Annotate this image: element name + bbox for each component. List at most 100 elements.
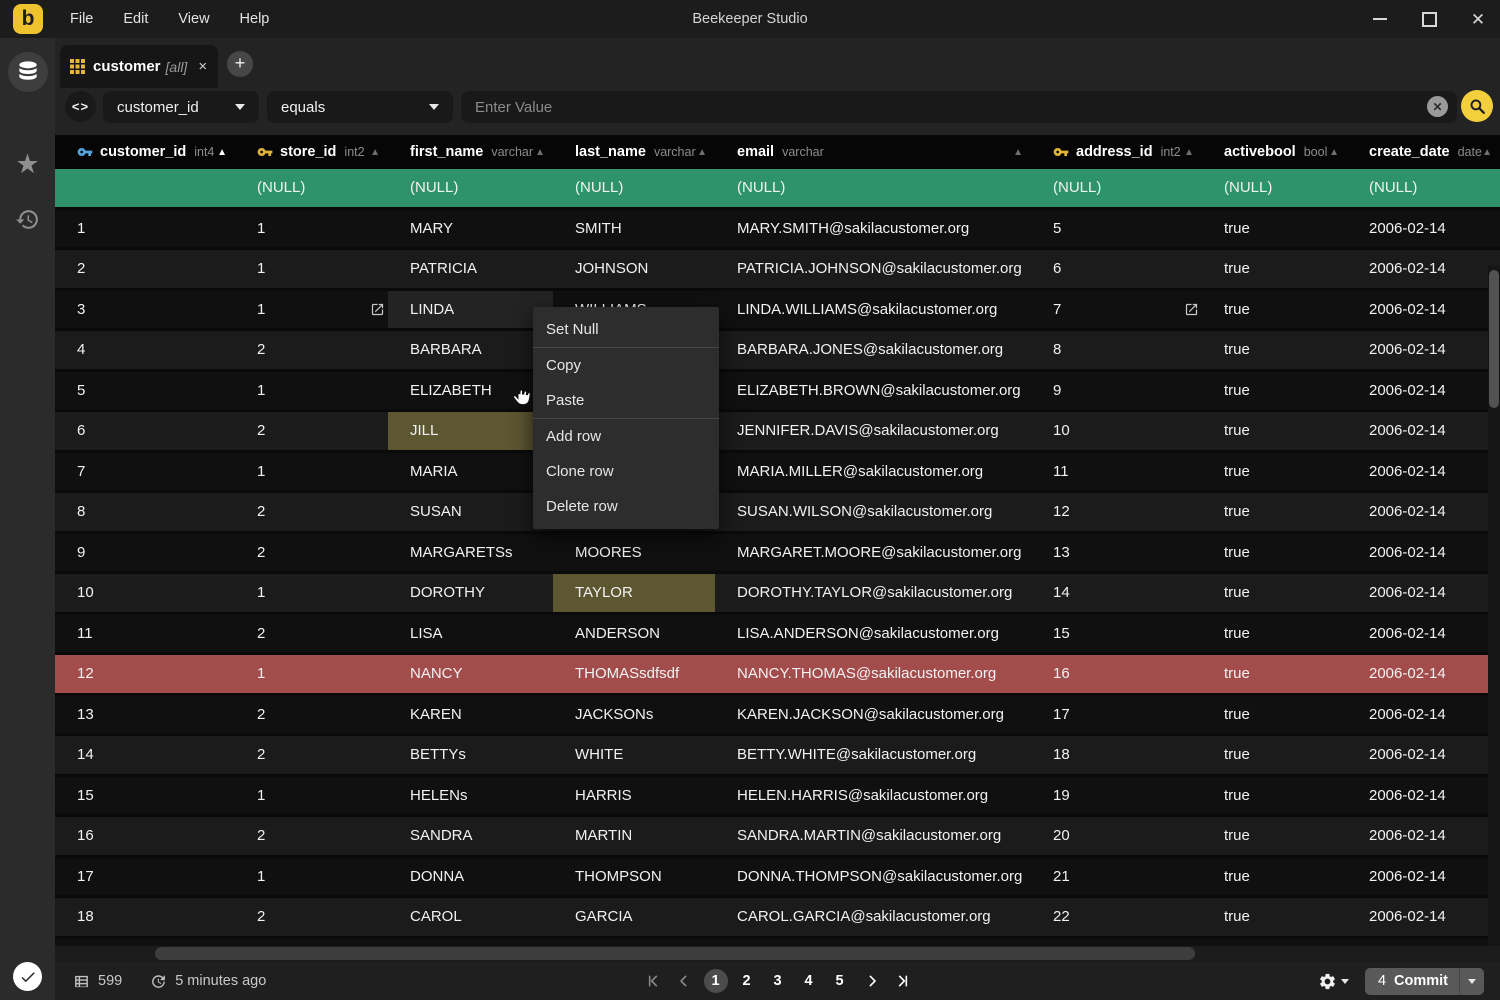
- sidebar-item-history[interactable]: [0, 207, 55, 232]
- cell-last_name[interactable]: (NULL): [553, 169, 715, 207]
- cell-address_id[interactable]: 13: [1031, 534, 1202, 572]
- cell-create_date[interactable]: 2006-02-14: [1347, 412, 1500, 450]
- cell-customer_id[interactable]: 16: [55, 817, 235, 855]
- sort-icon[interactable]: ▲: [535, 147, 545, 158]
- commit-dropdown-button[interactable]: [1460, 968, 1484, 995]
- cell-activebool[interactable]: true: [1202, 250, 1347, 288]
- cell-activebool[interactable]: true: [1202, 291, 1347, 329]
- cell-email[interactable]: HELEN.HARRIS@sakilacustomer.org: [715, 777, 1031, 815]
- cell-last_name[interactable]: SMITH: [553, 210, 715, 248]
- cell-first_name[interactable]: PATRICIA: [388, 250, 553, 288]
- cell-create_date[interactable]: 2006-02-14: [1347, 615, 1500, 653]
- cell-last_name[interactable]: JACKSONs: [553, 696, 715, 734]
- cell-email[interactable]: BETTY.WHITE@sakilacustomer.org: [715, 736, 1031, 774]
- cell-store_id[interactable]: 2: [235, 493, 388, 531]
- cell-store_id[interactable]: 1: [235, 574, 388, 612]
- cell-email[interactable]: NANCY.THOMAS@sakilacustomer.org: [715, 655, 1031, 693]
- cell-email[interactable]: ELIZABETH.BROWN@sakilacustomer.org: [715, 372, 1031, 410]
- cell-email[interactable]: MARY.SMITH@sakilacustomer.org: [715, 210, 1031, 248]
- cell-customer_id[interactable]: 12: [55, 655, 235, 693]
- cell-email[interactable]: DONNA.THOMPSON@sakilacustomer.org: [715, 858, 1031, 896]
- context-menu-item-add-row[interactable]: Add row: [533, 419, 719, 454]
- cell-last_name[interactable]: THOMASsdfsdf: [553, 655, 715, 693]
- maximize-button[interactable]: [1419, 9, 1439, 29]
- cell-first_name[interactable]: NANCY: [388, 655, 553, 693]
- menu-edit[interactable]: Edit: [108, 0, 163, 38]
- cell-store_id[interactable]: 2: [235, 534, 388, 572]
- cell-last_name[interactable]: TAYLOR: [553, 574, 715, 612]
- cell-activebool[interactable]: (NULL): [1202, 169, 1347, 207]
- cell-first_name[interactable]: BARBARA: [388, 331, 553, 369]
- cell-first_name[interactable]: KAREN: [388, 696, 553, 734]
- cell-create_date[interactable]: 2006-02-14: [1347, 291, 1500, 329]
- cell-store_id[interactable]: 1: [235, 210, 388, 248]
- cell-store_id[interactable]: 2: [235, 736, 388, 774]
- horizontal-scrollbar-thumb[interactable]: [155, 947, 1195, 960]
- sql-toggle-button[interactable]: <>: [65, 91, 96, 122]
- cell-last_name[interactable]: GARCIA: [553, 898, 715, 936]
- cell-email[interactable]: DOROTHY.TAYLOR@sakilacustomer.org: [715, 574, 1031, 612]
- cell-activebool[interactable]: true: [1202, 655, 1347, 693]
- cell-email[interactable]: SUSAN.WILSON@sakilacustomer.org: [715, 493, 1031, 531]
- cell-address_id[interactable]: 17: [1031, 696, 1202, 734]
- column-header-create_date[interactable]: create_datedate▲: [1347, 135, 1500, 169]
- cell-first_name[interactable]: SANDRA: [388, 817, 553, 855]
- open-cell-icon[interactable]: [1184, 302, 1199, 317]
- page-button-5[interactable]: 5: [828, 969, 852, 993]
- cell-store_id[interactable]: 1: [235, 453, 388, 491]
- cell-last_name[interactable]: WHITE: [553, 736, 715, 774]
- cell-address_id[interactable]: 16: [1031, 655, 1202, 693]
- cell-address_id[interactable]: 15: [1031, 615, 1202, 653]
- cell-activebool[interactable]: true: [1202, 534, 1347, 572]
- sort-icon[interactable]: ▲: [1184, 147, 1194, 158]
- cell-last_name[interactable]: MARTIN: [553, 817, 715, 855]
- cell-activebool[interactable]: true: [1202, 858, 1347, 896]
- cell-address_id[interactable]: 18: [1031, 736, 1202, 774]
- cell-address_id[interactable]: 22: [1031, 898, 1202, 936]
- cell-address_id[interactable]: 7: [1031, 291, 1202, 329]
- minimize-button[interactable]: [1370, 9, 1390, 29]
- filter-column-select[interactable]: customer_id: [103, 91, 259, 123]
- cell-email[interactable]: MARIA.MILLER@sakilacustomer.org: [715, 453, 1031, 491]
- sidebar-item-favorites[interactable]: ★: [0, 151, 55, 177]
- cell-create_date[interactable]: 2006-02-14: [1347, 858, 1500, 896]
- column-header-last_name[interactable]: last_namevarchar▲: [553, 135, 715, 169]
- first-page-button[interactable]: [642, 969, 664, 993]
- column-header-email[interactable]: emailvarchar▲: [715, 135, 1031, 169]
- cell-first_name[interactable]: DOROTHY: [388, 574, 553, 612]
- cell-email[interactable]: (NULL): [715, 169, 1031, 207]
- cell-first_name[interactable]: LINDA: [388, 291, 553, 329]
- cell-address_id[interactable]: 9: [1031, 372, 1202, 410]
- cell-address_id[interactable]: (NULL): [1031, 169, 1202, 207]
- cell-store_id[interactable]: 2: [235, 331, 388, 369]
- cell-last_name[interactable]: THOMPSON: [553, 858, 715, 896]
- cell-email[interactable]: PATRICIA.JOHNSON@sakilacustomer.org: [715, 250, 1031, 288]
- close-button[interactable]: ✕: [1468, 9, 1488, 29]
- context-menu-item-paste[interactable]: Paste: [533, 383, 719, 418]
- filter-operator-select[interactable]: equals: [267, 91, 453, 123]
- cell-email[interactable]: LINDA.WILLIAMS@sakilacustomer.org: [715, 291, 1031, 329]
- cell-customer_id[interactable]: 3: [55, 291, 235, 329]
- cell-activebool[interactable]: true: [1202, 777, 1347, 815]
- page-button-2[interactable]: 2: [735, 969, 759, 993]
- cell-activebool[interactable]: true: [1202, 615, 1347, 653]
- cell-store_id[interactable]: 2: [235, 412, 388, 450]
- cell-create_date[interactable]: 2006-02-14: [1347, 777, 1500, 815]
- cell-create_date[interactable]: 2006-02-14: [1347, 453, 1500, 491]
- cell-customer_id[interactable]: 6: [55, 412, 235, 450]
- cell-customer_id[interactable]: 17: [55, 858, 235, 896]
- page-button-3[interactable]: 3: [766, 969, 790, 993]
- cell-store_id[interactable]: 1: [235, 777, 388, 815]
- column-header-activebool[interactable]: activeboolbool▲: [1202, 135, 1347, 169]
- cell-create_date[interactable]: 2006-02-14: [1347, 696, 1500, 734]
- cell-create_date[interactable]: 2006-02-14: [1347, 331, 1500, 369]
- cell-first_name[interactable]: MARGARETSs: [388, 534, 553, 572]
- cell-address_id[interactable]: 19: [1031, 777, 1202, 815]
- cell-address_id[interactable]: 10: [1031, 412, 1202, 450]
- cell-create_date[interactable]: 2006-02-14: [1347, 898, 1500, 936]
- column-header-address_id[interactable]: address_idint2▲: [1031, 135, 1202, 169]
- context-menu-item-copy[interactable]: Copy: [533, 348, 719, 383]
- cell-last_name[interactable]: ANDERSON: [553, 615, 715, 653]
- table-settings-button[interactable]: [1318, 972, 1349, 991]
- cell-customer_id[interactable]: 14: [55, 736, 235, 774]
